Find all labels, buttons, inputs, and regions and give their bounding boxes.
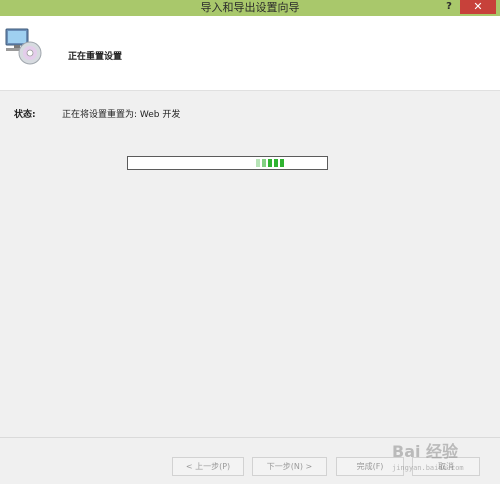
close-button[interactable]: ✕ — [460, 0, 496, 14]
progress-segment — [256, 159, 260, 167]
next-button[interactable]: 下一步(N) > — [252, 457, 327, 476]
wizard-window: 导入和导出设置向导 ? ✕ 正在重置设置 状态: 正在将设置重置为: Web 开… — [0, 0, 500, 484]
progress-bar — [127, 156, 328, 170]
computer-disc-icon — [5, 28, 42, 65]
wizard-header: 正在重置设置 — [0, 16, 500, 91]
progress-segment — [262, 159, 266, 167]
watermark-url: jingyan.baidu.com — [392, 464, 464, 472]
progress-segment — [274, 159, 278, 167]
window-title: 导入和导出设置向导 — [200, 1, 300, 14]
status-text: 正在将设置重置为: Web 开发 — [62, 110, 181, 120]
status-label: 状态: — [14, 110, 36, 120]
back-button[interactable]: < 上一步(P) — [172, 457, 244, 476]
page-title: 正在重置设置 — [68, 52, 123, 62]
title-bar[interactable]: 导入和导出设置向导 ? ✕ — [0, 0, 500, 16]
watermark-logo: Bai 经验 — [392, 442, 459, 461]
progress-segment — [280, 159, 284, 167]
help-button[interactable]: ? — [440, 0, 458, 16]
progress-segment — [268, 159, 272, 167]
